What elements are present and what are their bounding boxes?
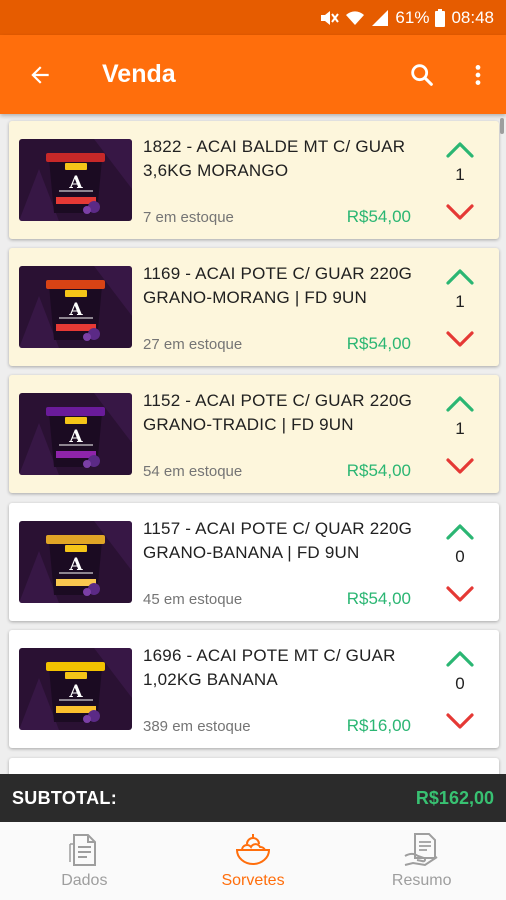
mute-icon [321, 10, 340, 25]
product-card[interactable]: A 1696 - ACAI POTE MT C/ GUAR 1,02KG BAN… [9, 630, 499, 748]
subtotal-label: SUBTOTAL: [12, 787, 118, 808]
quantity-value: 1 [455, 292, 465, 311]
product-stock: 54 em estoque [143, 463, 243, 480]
product-name: 1696 - ACAI POTE MT C/ GUAR 1,02KG BANAN… [143, 646, 396, 689]
svg-text:A: A [68, 682, 83, 702]
svg-text:A: A [68, 300, 83, 320]
product-card[interactable]: A 1152 - ACAI POTE C/ GUAR 220G GRANO-TR… [9, 375, 499, 493]
arrow-left-icon [31, 65, 49, 84]
chevron-down-icon [446, 331, 474, 347]
increase-quantity-button[interactable] [443, 135, 477, 163]
product-name: 1169 - ACAI POTE C/ GUAR 220G GRANO-MORA… [143, 264, 413, 307]
quantity-value: 1 [455, 165, 465, 184]
product-price: R$54,00 [346, 589, 411, 608]
search-icon [411, 63, 433, 86]
app-bar: Venda [0, 35, 506, 114]
decrease-quantity-button[interactable] [443, 581, 477, 609]
subtotal-bar: SUBTOTAL: R$162,00 [0, 774, 506, 822]
overflow-menu-button[interactable] [450, 35, 506, 114]
product-stock: 389 em estoque [143, 718, 251, 735]
decrease-quantity-button[interactable] [443, 199, 477, 227]
increase-quantity-button[interactable] [443, 389, 477, 417]
bottom-navigation: Dados Sorvetes Resumo [0, 822, 506, 900]
document-icon [69, 834, 97, 866]
wifi-icon [346, 10, 365, 25]
summary-icon [404, 833, 438, 867]
product-stock: 27 em estoque [143, 336, 243, 353]
product-name: 1157 - ACAI POTE C/ QUAR 220G GRANO-BANA… [143, 519, 413, 562]
svg-text:A: A [68, 173, 83, 193]
chevron-up-icon [446, 142, 474, 158]
product-stock: 45 em estoque [143, 591, 243, 608]
battery-percent: 61% [395, 7, 430, 27]
svg-text:A: A [68, 427, 83, 447]
product-name: 1152 - ACAI POTE C/ GUAR 220G GRANO-TRAD… [143, 391, 413, 434]
increase-quantity-button[interactable] [443, 517, 477, 545]
product-image: A [19, 521, 132, 603]
battery-icon [435, 8, 446, 27]
chevron-down-icon [446, 204, 474, 220]
nav-label: Sorvetes [221, 872, 285, 889]
product-price: R$16,00 [346, 716, 411, 735]
product-name: 1822 - ACAI BALDE MT C/ GUAR 3,6KG MORAN… [143, 137, 406, 180]
ice-cream-bowl-icon [235, 834, 271, 865]
chevron-down-icon [446, 586, 474, 602]
chevron-down-icon [446, 713, 474, 729]
back-button[interactable] [5, 35, 75, 114]
subtotal-value: R$162,00 [415, 787, 494, 808]
product-image: A [19, 393, 132, 475]
decrease-quantity-button[interactable] [443, 326, 477, 354]
nav-tab-dados[interactable]: Dados [0, 822, 169, 900]
product-card[interactable]: A 1822 - ACAI BALDE MT C/ GUAR 3,6KG MOR… [9, 121, 499, 239]
chevron-up-icon [446, 269, 474, 285]
nav-label: Resumo [391, 872, 452, 889]
status-bar: 61% 08:48 [0, 0, 506, 35]
nav-tab-resumo[interactable]: Resumo [337, 822, 506, 900]
product-price: R$54,00 [346, 461, 411, 480]
product-image: A [19, 648, 132, 730]
decrease-quantity-button[interactable] [443, 708, 477, 736]
chevron-up-icon [446, 524, 474, 540]
chevron-down-icon [446, 458, 474, 474]
search-button[interactable] [394, 35, 450, 114]
clock: 08:48 [451, 7, 494, 27]
product-stock: 7 em estoque [143, 209, 234, 226]
chevron-up-icon [446, 396, 474, 412]
product-price: R$54,00 [346, 334, 411, 353]
quantity-value: 0 [455, 674, 465, 693]
product-image: A [19, 139, 132, 221]
product-image: A [19, 266, 132, 348]
product-list[interactable]: A 1822 - ACAI BALDE MT C/ GUAR 3,6KG MOR… [0, 114, 506, 774]
increase-quantity-button[interactable] [443, 644, 477, 672]
quantity-value: 0 [455, 547, 465, 566]
nav-label: Dados [61, 872, 108, 889]
signal-icon [372, 9, 389, 26]
scrollbar[interactable] [500, 118, 504, 134]
product-card[interactable]: A 1169 - ACAI POTE C/ GUAR 220G GRANO-MO… [9, 248, 499, 366]
product-card[interactable]: A 1157 - ACAI POTE C/ QUAR 220G GRANO-BA… [9, 503, 499, 621]
svg-text:A: A [68, 555, 83, 575]
quantity-value: 1 [455, 419, 465, 438]
increase-quantity-button[interactable] [443, 262, 477, 290]
product-card[interactable] [9, 758, 499, 774]
chevron-up-icon [446, 651, 474, 667]
more-vert-icon [475, 64, 481, 85]
nav-tab-sorvetes[interactable]: Sorvetes [169, 822, 338, 900]
product-price: R$54,00 [346, 207, 411, 226]
page-title: Venda [102, 60, 176, 88]
decrease-quantity-button[interactable] [443, 453, 477, 481]
